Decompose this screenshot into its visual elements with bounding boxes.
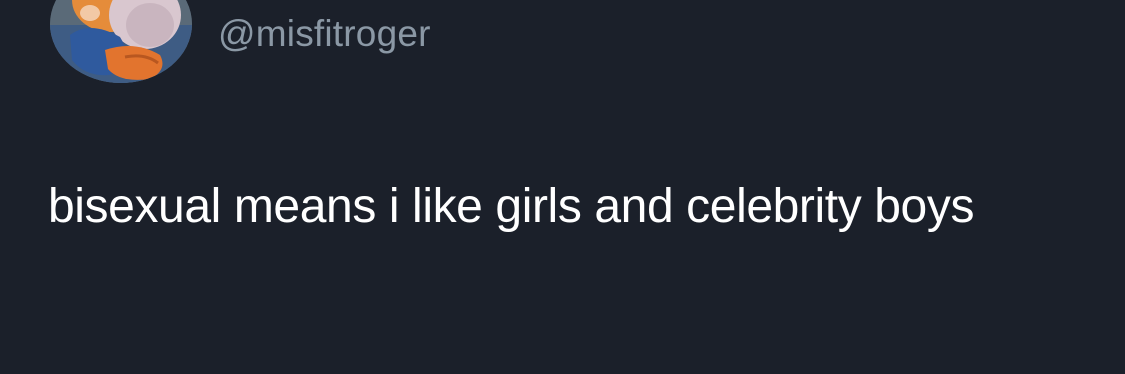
user-handle[interactable]: @misfitroger	[218, 12, 431, 56]
tweet-text: bisexual means i like girls and celebrit…	[48, 180, 975, 233]
avatar[interactable]	[50, 0, 192, 83]
tweet-card: @misfitroger bisexual means i like girls…	[0, 0, 1125, 374]
avatar-image	[50, 0, 192, 83]
